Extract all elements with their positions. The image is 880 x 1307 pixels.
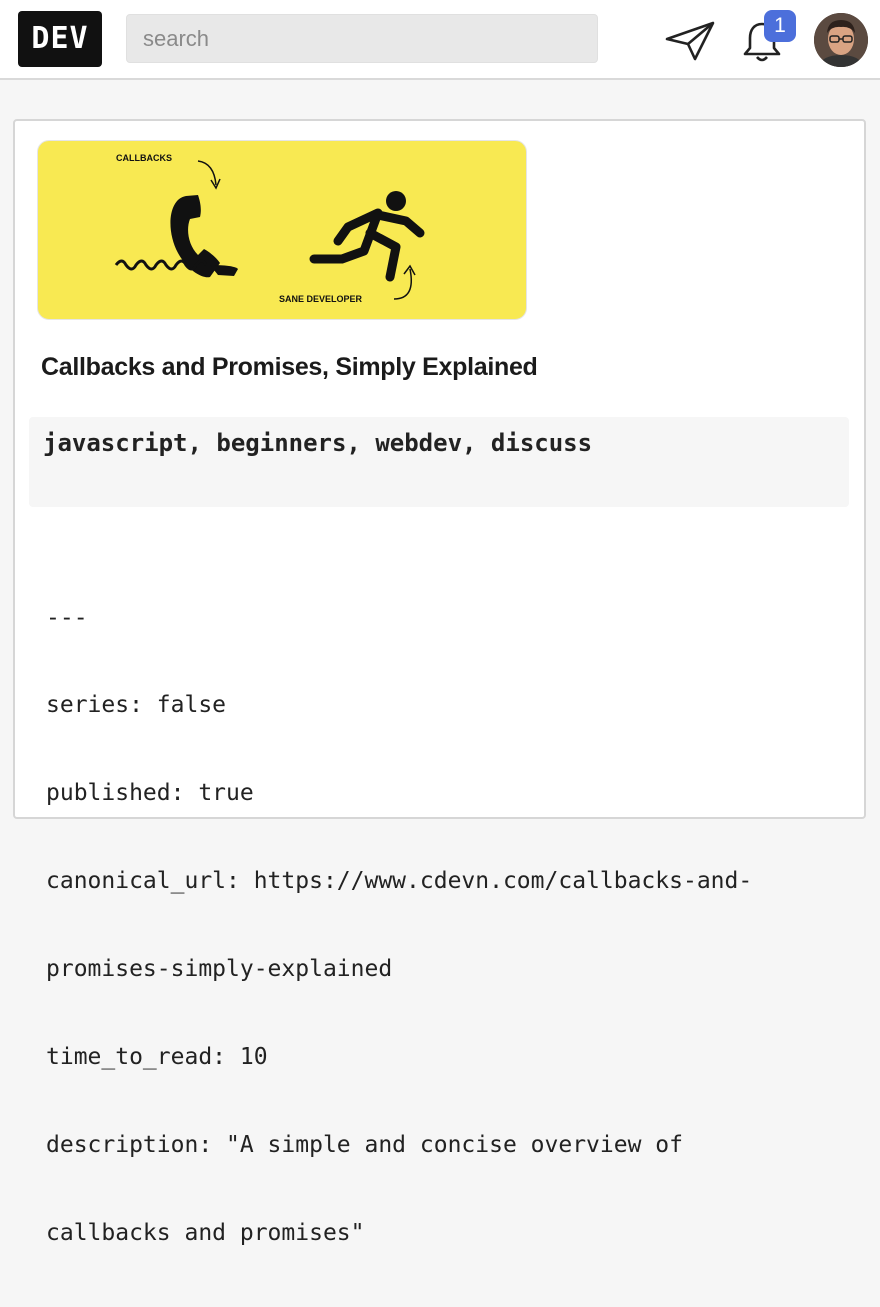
top-navigation-bar: DEV 1 xyxy=(0,0,880,80)
frontmatter-line: promises-simply-explained xyxy=(46,956,393,983)
notification-badge[interactable]: 1 xyxy=(764,10,796,42)
frontmatter-line: canonical_url: https://www.cdevn.com/cal… xyxy=(46,868,753,895)
article-card: CALLBACKS SANE DEVELOPER Callbacks and P… xyxy=(13,119,866,1246)
frontmatter-block: --- series: false published: true canoni… xyxy=(46,545,846,1307)
tags-block: javascript, beginners, webdev, discuss xyxy=(29,417,849,507)
tags-text: javascript, beginners, webdev, discuss xyxy=(43,429,593,457)
dev-logo[interactable]: DEV xyxy=(18,11,102,67)
article-title: Callbacks and Promises, Simply Explained xyxy=(41,353,538,381)
frontmatter-line: description: "A simple and concise overv… xyxy=(46,1131,683,1158)
cover-label-developer: SANE DEVELOPER xyxy=(279,294,363,304)
cover-label-callbacks: CALLBACKS xyxy=(116,153,172,163)
frontmatter-line: series: false xyxy=(46,692,227,719)
frontmatter-line: time_to_read: 10 xyxy=(46,1044,268,1071)
frontmatter-line: --- xyxy=(46,604,88,631)
user-avatar[interactable] xyxy=(814,13,868,67)
frontmatter-line: published: true xyxy=(46,780,254,807)
cover-image: CALLBACKS SANE DEVELOPER xyxy=(37,140,527,320)
frontmatter-line: callbacks and promises" xyxy=(46,1219,365,1246)
search-input[interactable] xyxy=(126,14,598,63)
send-icon[interactable] xyxy=(664,20,716,62)
